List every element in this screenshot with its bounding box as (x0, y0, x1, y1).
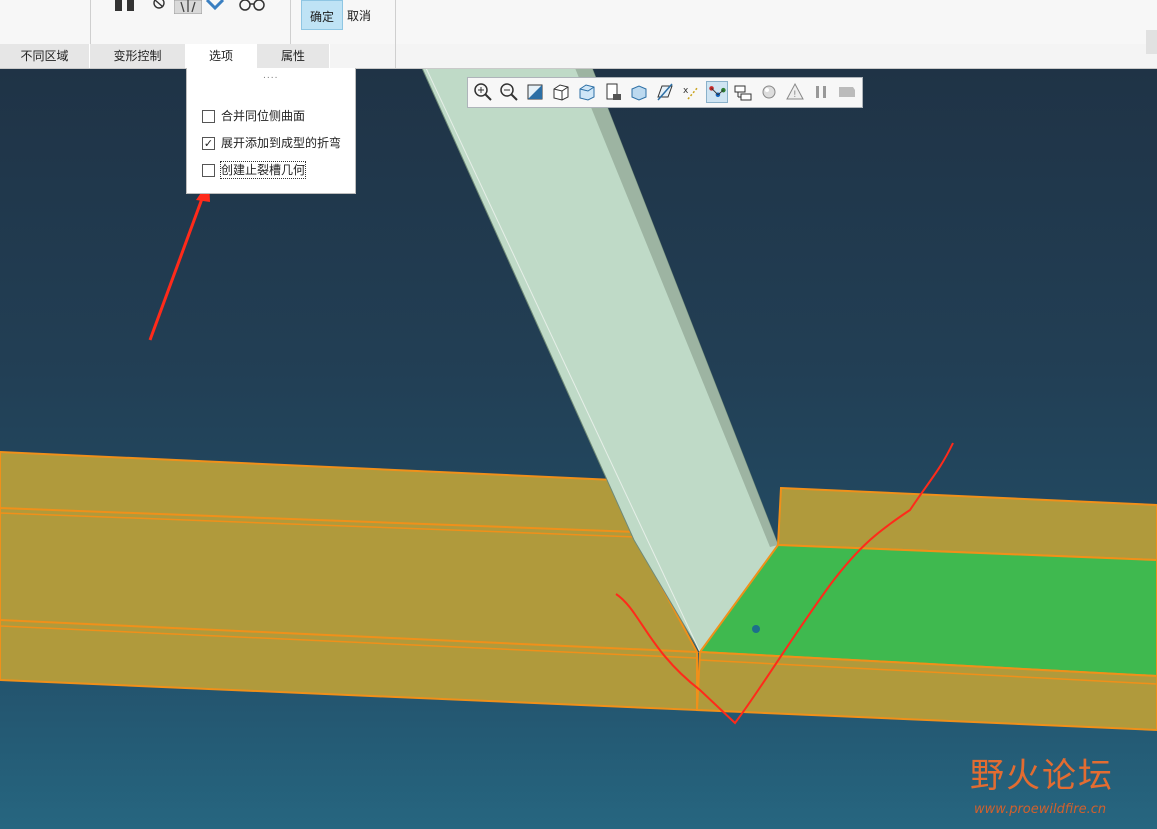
ribbon-separator (395, 0, 396, 68)
option-label: 创建止裂槽几何 (219, 161, 307, 179)
tab-deform-control[interactable]: 变形控制 (90, 44, 186, 68)
svg-text:!: ! (793, 90, 797, 100)
option-checkbox[interactable] (202, 110, 215, 123)
ok-button[interactable]: 确定 (301, 0, 343, 30)
option-label: 展开添加到成型的折弯 (221, 136, 342, 150)
selection-point[interactable] (752, 625, 760, 633)
view-toolbar: x ! (467, 77, 863, 108)
zoom-in-icon[interactable] (472, 81, 494, 103)
zoom-out-icon[interactable] (498, 81, 520, 103)
tab-options[interactable]: 选项 (186, 44, 257, 68)
option-checkbox[interactable] (202, 164, 215, 177)
appearance-icon[interactable] (758, 81, 780, 103)
ribbon-scrollbar[interactable] (1146, 30, 1157, 54)
datum-display-icon[interactable] (654, 81, 676, 103)
no-preview-icon[interactable] (150, 0, 168, 12)
pause-icon[interactable] (113, 0, 139, 12)
watermark-url: www.proewildfire.cn (974, 802, 1107, 817)
feature-preview-icon[interactable] (205, 0, 227, 12)
ribbon: 确定 取消 不同区域 变形控制 选项 属性 (0, 0, 1157, 69)
graphics-viewport[interactable] (0, 68, 1157, 829)
sheetmetal-model[interactable] (0, 68, 1157, 829)
spin-center-icon[interactable] (706, 81, 728, 103)
watermark-text: 野火论坛 (970, 756, 1114, 796)
end-icon[interactable] (836, 81, 858, 103)
glasses-icon[interactable] (238, 0, 266, 12)
saved-orientations-icon[interactable] (576, 81, 598, 103)
pause-icon[interactable] (810, 81, 832, 103)
verify-mode-icon[interactable] (174, 0, 202, 14)
refit-icon[interactable] (524, 81, 546, 103)
red-annotation-arrow (148, 195, 205, 341)
tab-different-area[interactable]: 不同区域 (0, 44, 90, 68)
svg-text:x: x (683, 86, 689, 96)
option-label: 合并同位侧曲面 (221, 109, 306, 123)
left-flange[interactable] (0, 450, 698, 712)
feature-warning-icon[interactable]: ! (784, 81, 806, 103)
perspective-view-icon[interactable] (628, 81, 650, 103)
model-tree-filter-icon[interactable] (732, 81, 754, 103)
option-checkbox-checked[interactable]: ✓ (202, 137, 215, 150)
panel-grip[interactable]: .... (263, 71, 278, 81)
annotation-display-icon[interactable]: x (680, 81, 702, 103)
view-manager-icon[interactable] (602, 81, 624, 103)
tab-properties[interactable]: 属性 (257, 44, 330, 68)
options-panel: .... 合并同位侧曲面 ✓ 展开添加到成型的折弯 创建止裂槽几何 (186, 68, 356, 194)
display-style-icon[interactable] (550, 81, 572, 103)
cancel-button[interactable]: 取消 (347, 0, 377, 28)
forum-watermark: 野火论坛 www.proewildfire.cn (970, 748, 1114, 817)
